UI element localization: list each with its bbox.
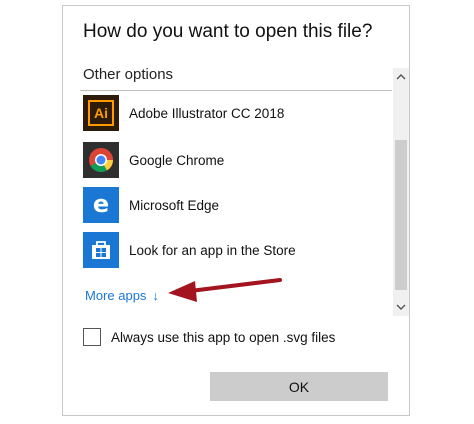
more-apps-link[interactable]: More apps ↓: [85, 288, 159, 303]
edge-icon: e: [83, 187, 119, 223]
section-label: Other options: [83, 66, 174, 83]
app-name: Look for an app in the Store: [129, 242, 296, 258]
always-use-checkbox[interactable]: [83, 328, 101, 346]
app-name: Google Chrome: [129, 152, 225, 168]
scroll-up-chevron-icon[interactable]: [393, 68, 409, 86]
open-with-dialog: How do you want to open this file? Other…: [62, 5, 410, 416]
scrollbar-thumb[interactable]: [395, 140, 407, 290]
always-use-row[interactable]: Always use this app to open .svg files: [83, 328, 335, 346]
app-name: Microsoft Edge: [129, 197, 220, 213]
scroll-down-chevron-icon[interactable]: [393, 298, 409, 316]
always-use-label: Always use this app to open .svg files: [111, 329, 336, 345]
app-name: Adobe Illustrator CC 2018: [129, 105, 285, 121]
app-item-chrome[interactable]: Google Chrome: [83, 142, 383, 178]
adobe-illustrator-icon: Ai: [83, 95, 119, 131]
store-icon: [83, 232, 119, 268]
more-apps-label: More apps: [85, 288, 147, 303]
dialog-title: How do you want to open this file?: [83, 21, 373, 42]
section-divider: [80, 90, 392, 91]
app-item-edge[interactable]: e Microsoft Edge: [83, 187, 383, 223]
arrow-down-icon: ↓: [152, 288, 159, 303]
app-item-illustrator[interactable]: Ai Adobe Illustrator CC 2018: [83, 95, 383, 131]
app-list: Ai Adobe Illustrator CC 2018 Google Chro…: [80, 92, 392, 314]
ok-button[interactable]: OK: [210, 372, 388, 401]
app-list-scrollbar[interactable]: [393, 68, 409, 316]
app-item-store[interactable]: Look for an app in the Store: [83, 232, 383, 268]
chrome-icon: [83, 142, 119, 178]
